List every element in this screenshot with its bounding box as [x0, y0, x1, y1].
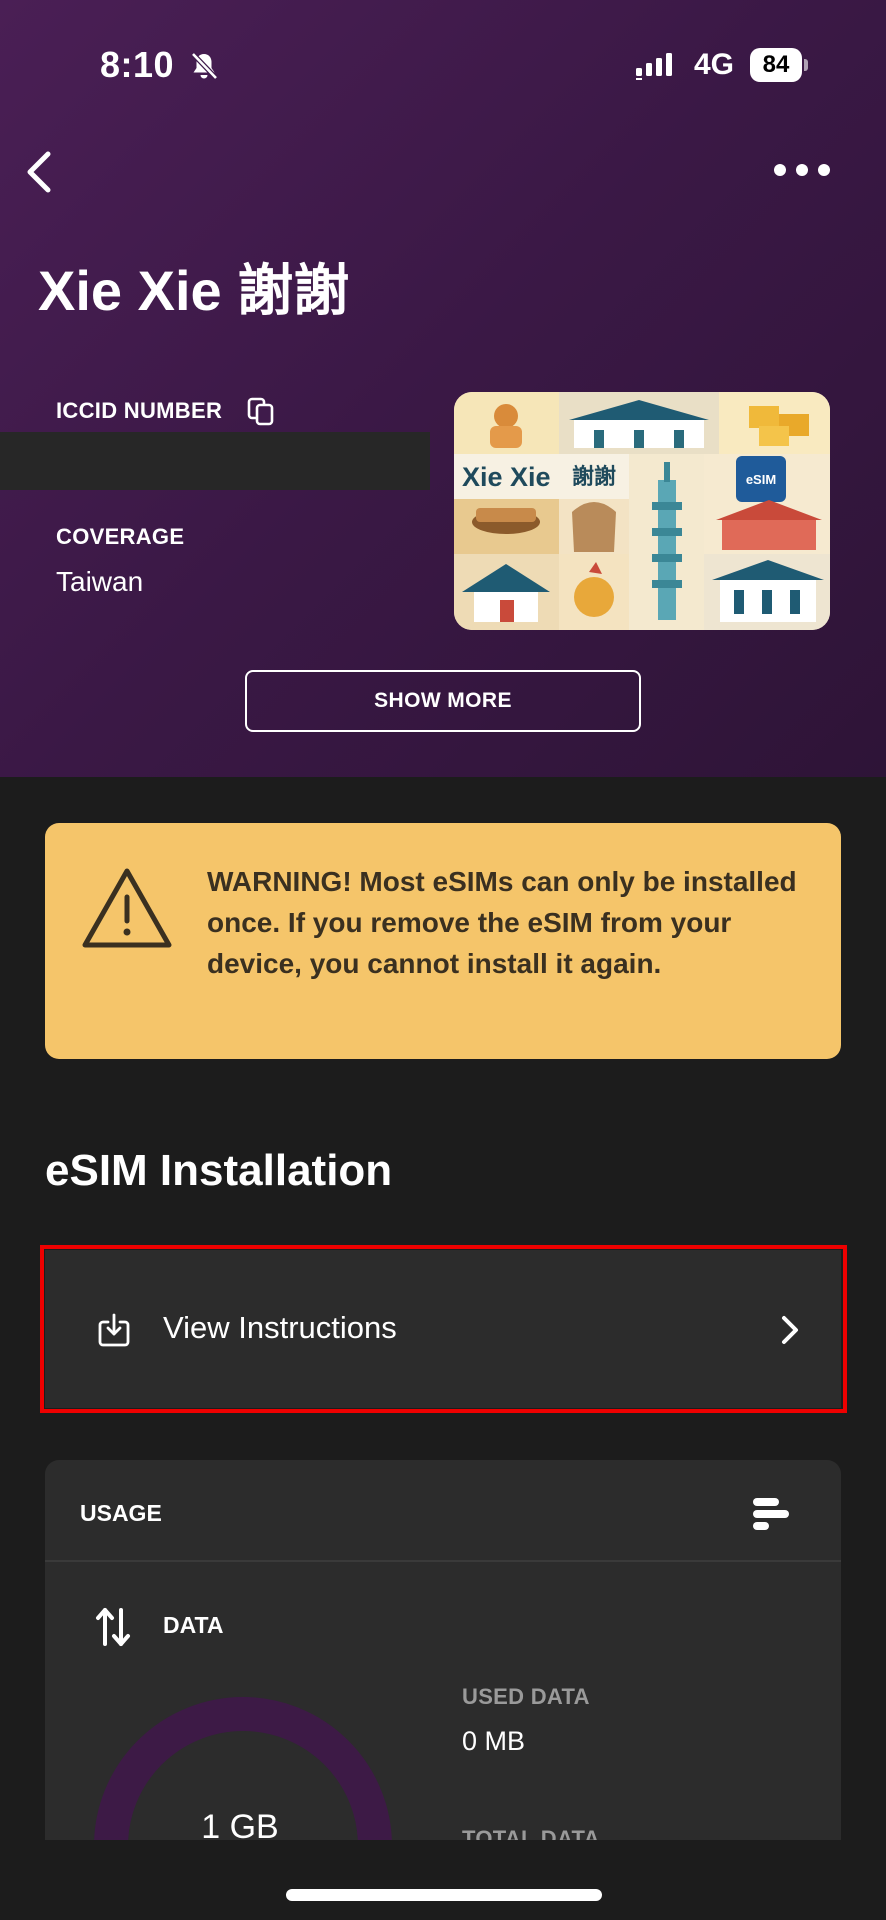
- view-instructions-label: View Instructions: [163, 1310, 397, 1345]
- card-esim-badge: eSIM: [746, 472, 776, 487]
- data-label: DATA: [163, 1612, 224, 1638]
- show-more-button[interactable]: SHOW MORE: [245, 670, 641, 732]
- battery-indicator: 84: [750, 48, 808, 82]
- cell-signal-icon: [636, 53, 672, 80]
- bar-chart-icon[interactable]: [751, 1496, 791, 1532]
- back-button[interactable]: [16, 144, 64, 200]
- divider: [45, 1560, 841, 1562]
- warning-text: WARNING! Most eSIMs can only be installe…: [207, 866, 797, 979]
- download-icon: [98, 1313, 130, 1347]
- chevron-right-icon: [782, 1316, 798, 1344]
- page-title: Xie Xie 謝謝: [38, 259, 350, 322]
- battery-level: 84: [750, 48, 802, 82]
- card-title-cjk: 謝謝: [572, 464, 616, 490]
- home-indicator[interactable]: [286, 1889, 602, 1901]
- arrows-up-down-icon: [96, 1608, 130, 1646]
- used-data-value: 0 MB: [462, 1726, 526, 1756]
- coverage-value: Taiwan: [56, 566, 144, 597]
- esim-card-artwork: Xie Xie 謝謝 eSIM: [454, 392, 830, 630]
- card-title: Xie Xie: [462, 462, 551, 492]
- iccid-value-redacted: [0, 432, 430, 490]
- hero-header: 8:10 4G 84 Xie Xie 謝謝 ICCID NUMBER COVER…: [0, 0, 886, 777]
- warning-banner: WARNING! Most eSIMs can only be installe…: [45, 823, 841, 1059]
- total-data-label: TOTAL DATA: [462, 1826, 600, 1840]
- esim-installation-heading: eSIM Installation: [45, 1146, 393, 1195]
- more-options-button[interactable]: [770, 152, 834, 188]
- network-type: 4G: [694, 48, 735, 81]
- status-time: 8:10: [100, 44, 175, 85]
- warning-triangle-icon: [82, 868, 172, 948]
- donut-total-value: 1 GB: [201, 1808, 279, 1840]
- bottom-safe-area: [0, 1840, 886, 1920]
- bell-slash-icon: [191, 52, 218, 80]
- iccid-label: ICCID NUMBER: [56, 398, 223, 423]
- usage-title: USAGE: [80, 1500, 162, 1526]
- battery-nub: [804, 59, 808, 71]
- used-data-label: USED DATA: [462, 1684, 590, 1709]
- view-instructions-button[interactable]: View Instructions: [45, 1250, 841, 1408]
- usage-card: USAGE DATA 1 GB USED DATA 0 MB TOTAL DAT…: [45, 1460, 841, 1840]
- coverage-label: COVERAGE: [56, 524, 185, 549]
- copy-icon[interactable]: [246, 396, 276, 426]
